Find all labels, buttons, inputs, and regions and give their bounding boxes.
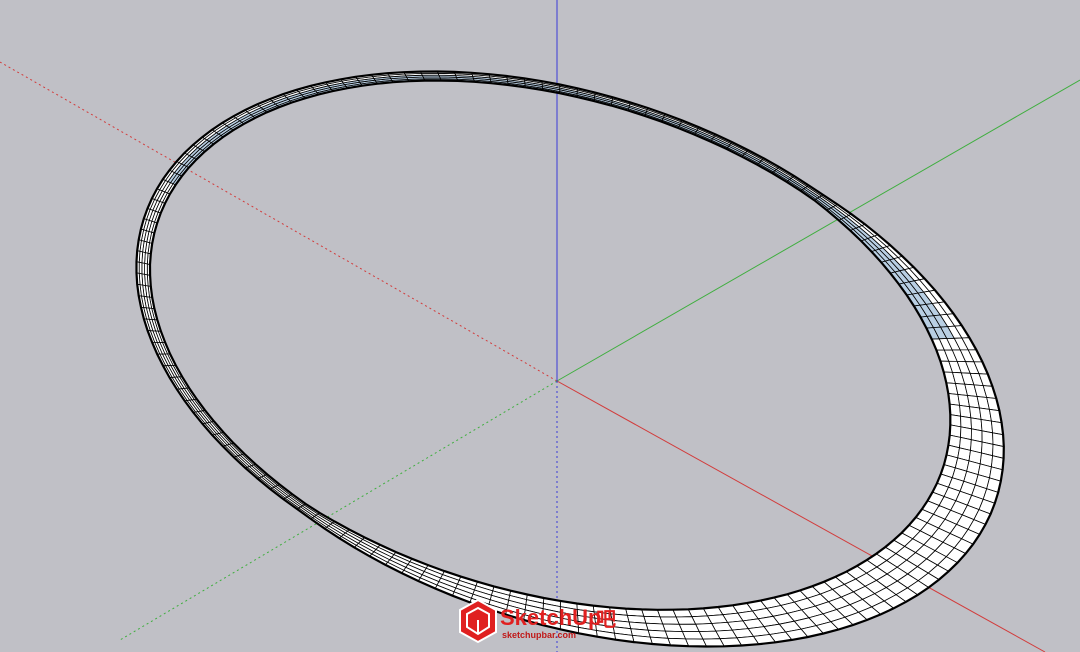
sketchup-logo-icon	[459, 598, 497, 644]
ring-face	[662, 623, 684, 633]
ring-face	[664, 630, 687, 640]
watermark-brand-suffix: 吧	[596, 607, 616, 631]
watermark-logo: SketchUp 吧 sketchupbar.com	[459, 598, 616, 644]
ring-model[interactable]	[135, 70, 1005, 648]
green-axis-positive	[556, 79, 1080, 382]
viewport-canvas[interactable]: SketchUp 吧 sketchupbar.com	[0, 0, 1080, 652]
watermark-url: sketchupbar.com	[502, 630, 576, 640]
ring-inner-edge	[148, 79, 952, 611]
watermark-brand: SketchUp	[500, 605, 601, 630]
red-axis-negative	[0, 61, 558, 382]
ring-face	[144, 262, 148, 276]
scene-svg[interactable]	[0, 0, 1080, 652]
ring-face	[141, 262, 146, 275]
ring-face	[138, 261, 143, 275]
ring-face	[659, 616, 680, 625]
